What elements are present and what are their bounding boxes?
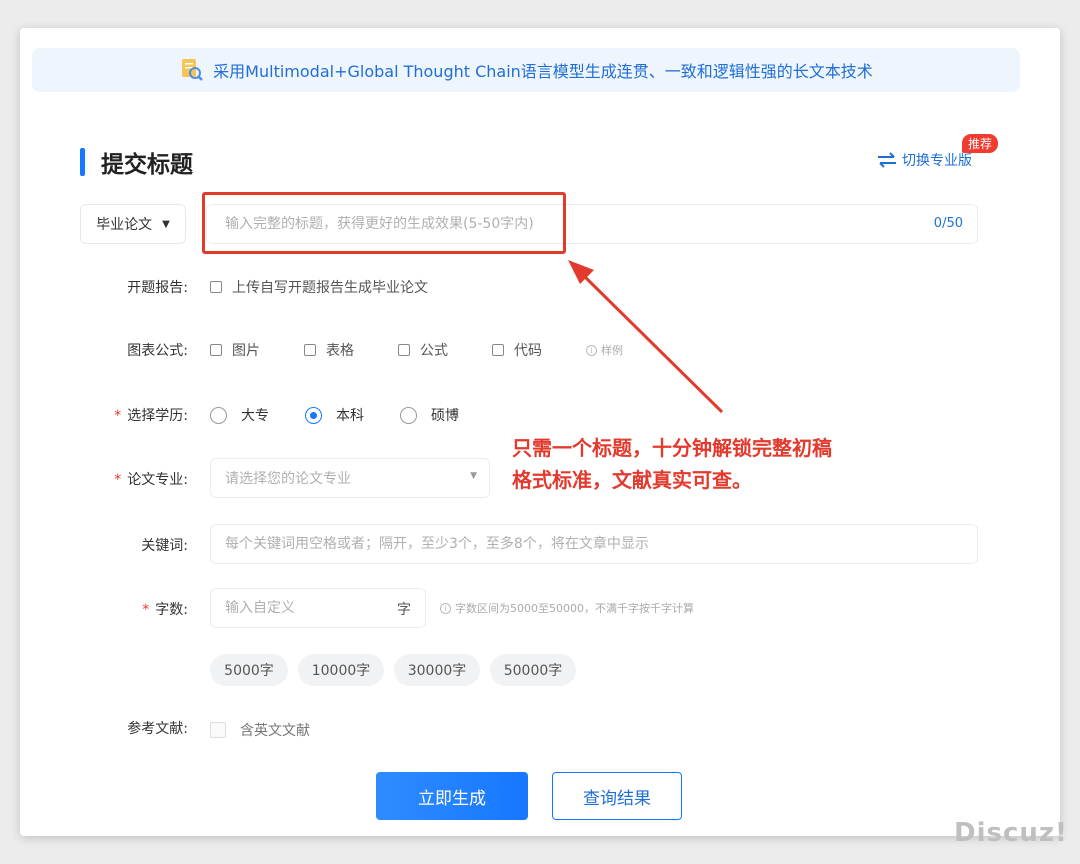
preset-50000[interactable]: 50000字	[490, 654, 576, 686]
switch-pro-label: 切换专业版	[902, 153, 972, 169]
required-mark: *	[114, 408, 122, 424]
degree-option-junior[interactable]: 大专	[210, 405, 269, 425]
page-title: 提交标题	[101, 152, 193, 178]
required-mark: *	[114, 472, 122, 488]
radio-icon	[400, 406, 417, 424]
figure-option-label: 公式	[420, 343, 448, 359]
watermark: Discuz!	[954, 818, 1068, 848]
english-refs-checkbox[interactable]: 含英文文献	[210, 720, 310, 740]
checkbox-icon	[304, 344, 316, 356]
sample-hint-label: 样例	[601, 344, 623, 357]
title-input[interactable]	[207, 205, 907, 243]
keywords-label: 关键词:	[141, 538, 188, 554]
document-magnifier-icon	[179, 57, 205, 83]
english-refs-label: 含英文文献	[240, 723, 310, 739]
checkbox-icon	[210, 722, 226, 738]
query-results-button[interactable]: 查询结果	[552, 772, 682, 820]
title-char-counter: 0/50	[933, 216, 963, 231]
checkbox-icon	[210, 344, 222, 356]
figure-option-table[interactable]: 表格	[304, 340, 354, 360]
keywords-input[interactable]	[210, 524, 978, 564]
caret-down-icon: ▼	[470, 471, 477, 481]
checkbox-icon	[210, 281, 222, 293]
proposal-checkbox[interactable]: 上传自写开题报告生成毕业论文	[210, 277, 428, 297]
figure-option-code[interactable]: 代码	[492, 340, 542, 360]
preset-30000[interactable]: 30000字	[394, 654, 480, 686]
annotation-line-2: 格式标准，文献真实可查。	[512, 468, 752, 492]
word-count-label: * 字数:	[142, 599, 188, 619]
references-label: 参考文献:	[127, 721, 188, 737]
proposal-checkbox-label: 上传自写开题报告生成毕业论文	[232, 280, 428, 296]
banner-text: 采用Multimodal+Global Thought Chain语言模型生成连…	[213, 62, 873, 81]
word-count-label-text: 字数:	[155, 602, 188, 618]
annotation-line-1: 只需一个标题，十分钟解锁完整初稿	[512, 436, 832, 460]
generate-button[interactable]: 立即生成	[376, 772, 528, 820]
references-row: 参考文献:	[20, 716, 1060, 740]
paper-type-select[interactable]: 毕业论文 ▼	[80, 204, 186, 244]
degree-row: * 选择学历: 大专 本科 硕博	[20, 403, 1060, 427]
figure-option-label: 代码	[514, 343, 542, 359]
radio-checked-icon	[305, 406, 322, 424]
degree-option-bachelor[interactable]: 本科	[305, 405, 364, 425]
preset-10000[interactable]: 10000字	[298, 654, 384, 686]
caret-down-icon: ▼	[162, 218, 170, 230]
section-title: 提交标题	[80, 146, 193, 178]
degree-option-graduate[interactable]: 硕博	[400, 405, 459, 425]
degree-option-label: 大专	[241, 408, 269, 424]
radio-icon	[210, 406, 227, 424]
major-select[interactable]: 请选择您的论文专业 ▼	[210, 458, 490, 498]
annotation-text: 只需一个标题，十分钟解锁完整初稿 格式标准，文献真实可查。	[512, 432, 932, 496]
preset-5000[interactable]: 5000字	[210, 654, 288, 686]
word-count-hint-text: 字数区间为5000至50000，不满千字按千字计算	[455, 602, 694, 615]
required-mark: *	[142, 602, 150, 618]
info-icon: i	[440, 602, 451, 614]
checkbox-icon	[492, 344, 504, 356]
word-count-unit: 字	[397, 602, 411, 618]
figure-option-formula[interactable]: 公式	[398, 340, 448, 360]
degree-label-text: 选择学历:	[127, 408, 188, 424]
checkbox-icon	[398, 344, 410, 356]
title-input-wrapper: 0/50	[206, 204, 978, 244]
major-label: * 论文专业:	[114, 469, 188, 489]
proposal-label: 开题报告:	[127, 280, 188, 296]
swap-arrows-icon	[876, 151, 898, 169]
word-count-input[interactable]	[211, 589, 381, 627]
degree-label: * 选择学历:	[114, 405, 188, 425]
title-accent-bar	[80, 148, 85, 176]
info-icon: i	[586, 344, 597, 356]
word-count-hint: i 字数区间为5000至50000，不满千字按千字计算	[440, 600, 694, 616]
proposal-row: 开题报告: 上传自写开题报告生成毕业论文	[20, 275, 1060, 299]
figure-option-image[interactable]: 图片	[210, 340, 260, 360]
degree-option-label: 硕博	[431, 408, 459, 424]
degree-option-label: 本科	[336, 408, 364, 424]
switch-pro-link[interactable]: 切换专业版	[876, 150, 972, 170]
figures-label: 图表公式:	[127, 343, 188, 359]
figures-row: 图表公式: 图片 表格 公式 代码 i 样例	[20, 338, 1060, 362]
form-card: 采用Multimodal+Global Thought Chain语言模型生成连…	[20, 28, 1060, 836]
word-count-input-wrapper: 字	[210, 588, 426, 628]
figure-option-label: 图片	[232, 343, 260, 359]
sample-hint[interactable]: i 样例	[586, 342, 623, 358]
paper-type-value: 毕业论文	[96, 217, 153, 233]
info-banner: 采用Multimodal+Global Thought Chain语言模型生成连…	[32, 48, 1020, 92]
figure-option-label: 表格	[326, 343, 354, 359]
major-select-placeholder: 请选择您的论文专业	[225, 471, 351, 487]
recommend-badge: 推荐	[962, 134, 999, 153]
major-label-text: 论文专业:	[127, 472, 188, 488]
